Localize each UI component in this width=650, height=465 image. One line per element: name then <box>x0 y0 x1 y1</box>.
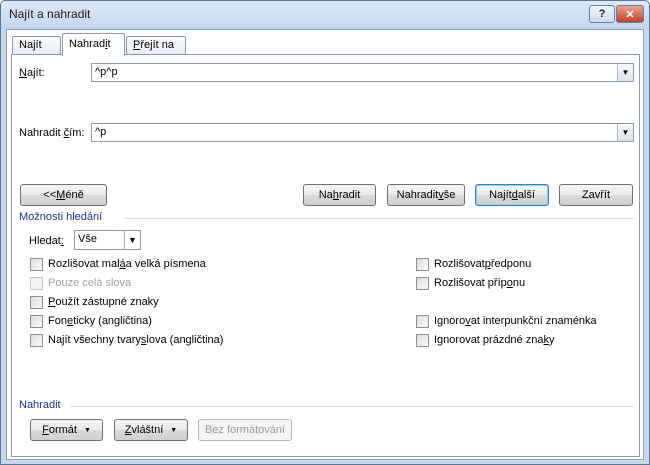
checkbox-label: Rozlišovat <box>434 258 485 270</box>
checkbox-whole-words: Pouze celá slova <box>30 276 131 290</box>
find-label: Najít: <box>19 67 45 79</box>
find-label-key: N <box>19 67 27 79</box>
btn-label-rest: še <box>443 189 456 201</box>
checkbox-box[interactable] <box>416 314 429 328</box>
btn-label: Najít <box>489 189 512 201</box>
checkbox-ignore-whitespace[interactable]: Ignorovat prázdné zna k y <box>416 333 554 347</box>
find-replace-dialog: Najít a nahradit ? ✕ Najít Nahradit Přej… <box>0 0 650 465</box>
tab-label-rest: řejít na <box>140 39 174 51</box>
btn-label: Bez formátování <box>204 424 286 436</box>
btn-label-rest: alší <box>517 189 535 201</box>
replace-all-button[interactable]: Nahradit v še <box>387 184 465 206</box>
dialog-title: Najít a nahradit <box>9 7 91 21</box>
btn-label: Zavřít <box>581 189 611 201</box>
replace-label: Nahradit čím: <box>19 127 84 139</box>
caret-down-icon: ▼ <box>170 426 178 434</box>
special-button[interactable]: Zvláštní ▼ <box>114 419 188 441</box>
search-direction-value: Vše <box>78 233 97 245</box>
checkbox-label: Najít všechny tvary <box>48 334 141 346</box>
checkbox-label: Ignorovat prázdné zna <box>434 334 544 346</box>
checkbox-label: Rozlišovat mal <box>48 258 120 270</box>
btn-label: << <box>43 189 57 201</box>
find-value: ^p^p <box>95 66 118 78</box>
checkbox-box[interactable] <box>30 295 43 309</box>
title-bar: Najít a nahradit ? ✕ <box>1 1 649 29</box>
less-button[interactable]: << Méně <box>20 184 107 206</box>
divider <box>124 218 634 219</box>
checkbox-label-key: P <box>48 296 56 308</box>
replace-label-rest: ím: <box>69 127 85 139</box>
checkbox-label-rest: lova (angličtina) <box>146 334 224 346</box>
checkbox-box[interactable] <box>30 314 43 328</box>
chevron-down-icon[interactable]: ▼ <box>124 231 140 249</box>
tab-nahradit[interactable]: Nahradit <box>62 33 125 56</box>
btn-label: Nahradit <box>396 189 439 201</box>
checkbox-box[interactable] <box>30 333 43 347</box>
btn-label-key: F <box>42 424 49 436</box>
tab-prejit-na[interactable]: Přejít na <box>126 36 186 55</box>
checkbox-label: Pouze celá slova <box>48 277 132 289</box>
checkbox-label-rest: ticky (angličtina) <box>73 315 152 327</box>
checkbox-word-forms[interactable]: Najít všechny tvary s lova (angličtina) <box>30 333 223 347</box>
checkbox-sounds-like[interactable]: Fon e ticky (angličtina) <box>30 314 152 328</box>
chevron-down-icon[interactable]: ▼ <box>617 124 633 141</box>
replace-label-text: Nahradit <box>19 127 64 139</box>
checkbox-label-rest: oužít zástupné znaky <box>55 296 159 308</box>
checkbox-wildcards[interactable]: Použít zástupné znaky <box>30 295 159 309</box>
checkbox-label-rest: nu <box>512 277 526 289</box>
checkbox-box <box>30 276 43 290</box>
tab-label-rest: ít <box>35 39 42 51</box>
checkbox-box[interactable] <box>30 257 43 271</box>
checkbox-label-rest: a velká písmena <box>125 258 206 270</box>
checkbox-label-rest: y <box>548 334 555 346</box>
caret-down-icon: ▼ <box>83 426 91 434</box>
chevron-down-icon[interactable]: ▼ <box>617 64 633 81</box>
checkbox-label-rest: at interpunkční znaménka <box>470 315 597 327</box>
replace-value: ^p <box>95 126 107 138</box>
close-button[interactable]: Zavřít <box>559 184 633 206</box>
search-options-title: Možnosti hledání <box>19 211 103 223</box>
checkbox-label-rest: ředponu <box>490 258 532 270</box>
replace-tab-panel: Najít: ^p^p ▼ Nahradit čím: ^p ▼ << Méně… <box>11 54 640 457</box>
search-direction-label: Hledat: <box>29 235 64 247</box>
find-label-rest: ajít: <box>26 67 45 79</box>
find-next-button[interactable]: Najít d alší <box>475 184 549 206</box>
dialog-client: Najít Nahradit Přejít na Najít: ^p^p ▼ N… <box>6 29 644 460</box>
help-icon: ? <box>598 8 606 20</box>
replace-input[interactable]: ^p ▼ <box>91 123 634 142</box>
tab-najit[interactable]: Najít <box>12 36 61 55</box>
btn-label: Na <box>318 189 333 201</box>
btn-label-key: Z <box>124 424 132 436</box>
help-button[interactable]: ? <box>589 5 615 23</box>
format-button[interactable]: Formát ▼ <box>30 419 103 441</box>
find-input[interactable]: ^p^p ▼ <box>91 63 634 82</box>
search-label-text: Hledat <box>29 235 61 247</box>
btn-label-rest: radit <box>338 189 361 201</box>
tab-label-rest: t <box>107 38 111 50</box>
checkbox-label: Fon <box>48 315 67 327</box>
checkbox-label: Ignoro <box>434 315 466 327</box>
btn-label-rest: vláštní <box>131 424 164 436</box>
tab-label: Na <box>19 39 34 51</box>
replace-section-title: Nahradit <box>19 399 61 411</box>
checkbox-label: Rozlišovat příp <box>434 277 507 289</box>
checkbox-match-suffix[interactable]: Rozlišovat příp o nu <box>416 276 525 290</box>
tab-label: Nahrad <box>69 38 106 50</box>
close-icon: ✕ <box>625 8 635 21</box>
no-formatting-button: Bez formátování <box>198 419 292 441</box>
search-direction-select[interactable]: Vše ▼ <box>74 230 141 250</box>
replace-button[interactable]: Na h radit <box>303 184 376 206</box>
checkbox-box[interactable] <box>416 276 429 290</box>
checkbox-match-case[interactable]: Rozlišovat mal á a velká písmena <box>30 257 206 271</box>
checkbox-box[interactable] <box>416 333 429 347</box>
close-window-button[interactable]: ✕ <box>616 5 644 23</box>
search-label-key: : <box>60 235 64 247</box>
checkbox-ignore-punctuation[interactable]: Ignoro v at interpunkční znaménka <box>416 314 597 328</box>
btn-label-rest: éně <box>65 189 84 201</box>
divider <box>70 406 634 407</box>
btn-label-key: M <box>56 189 66 201</box>
checkbox-box[interactable] <box>416 257 429 271</box>
btn-label-rest: ormát <box>48 424 77 436</box>
checkbox-match-prefix[interactable]: Rozlišovat p ředponu <box>416 257 531 271</box>
